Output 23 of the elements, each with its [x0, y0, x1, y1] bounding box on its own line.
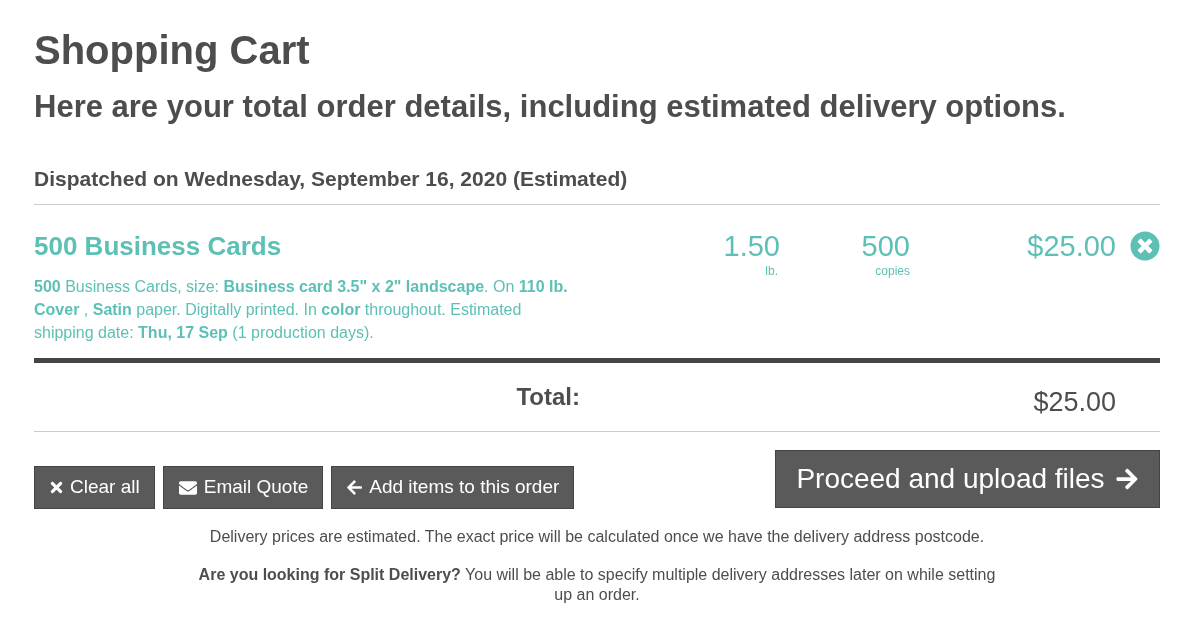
item-weight: 1.50	[723, 229, 780, 263]
delivery-note: Are you looking for Split Delivery? You will be able to specify multiple delivery addresses later on while setting up an order.	[197, 565, 997, 605]
proceed-button[interactable]: Proceed and upload files	[775, 450, 1160, 508]
arrow-right-icon	[1114, 467, 1139, 491]
close-icon	[49, 479, 64, 496]
total-label: Total:	[516, 382, 580, 412]
action-button[interactable]: Email Quote	[162, 466, 324, 509]
action-button[interactable]: Clear all	[34, 466, 155, 509]
copies-unit: copies	[875, 263, 910, 279]
arrow-left-icon	[346, 479, 364, 496]
action-button[interactable]: Add items to this order	[331, 466, 575, 509]
item-description: 500 Business Cards, size: Business card 3.5" x 2" landscape. On 110 lb. Cover , Satin paper. Digitally printed. In color throughout. Estimated shipping date: Thu, 17 Sep (1 production days).	[34, 277, 569, 343]
total-amount: $25.00	[1033, 386, 1116, 418]
page-subtitle: Here are your total order details, including estimated delivery options.	[34, 88, 1066, 126]
item-price: $25.00	[1027, 229, 1116, 263]
dispatch-heading: Dispatched on Wednesday, September 16, 2020 (Estimated)	[34, 166, 628, 192]
envelope-icon	[177, 478, 198, 497]
item-copies: 500	[861, 229, 910, 263]
delivery-note: Delivery prices are estimated. The exact price will be calculated once we have the delivery address postcode.	[209, 527, 985, 547]
remove-item-icon[interactable]	[1130, 231, 1160, 261]
page-title: Shopping Cart	[34, 27, 310, 74]
item-title: 500 Business Cards	[34, 230, 282, 263]
weight-unit: lb.	[765, 263, 778, 279]
